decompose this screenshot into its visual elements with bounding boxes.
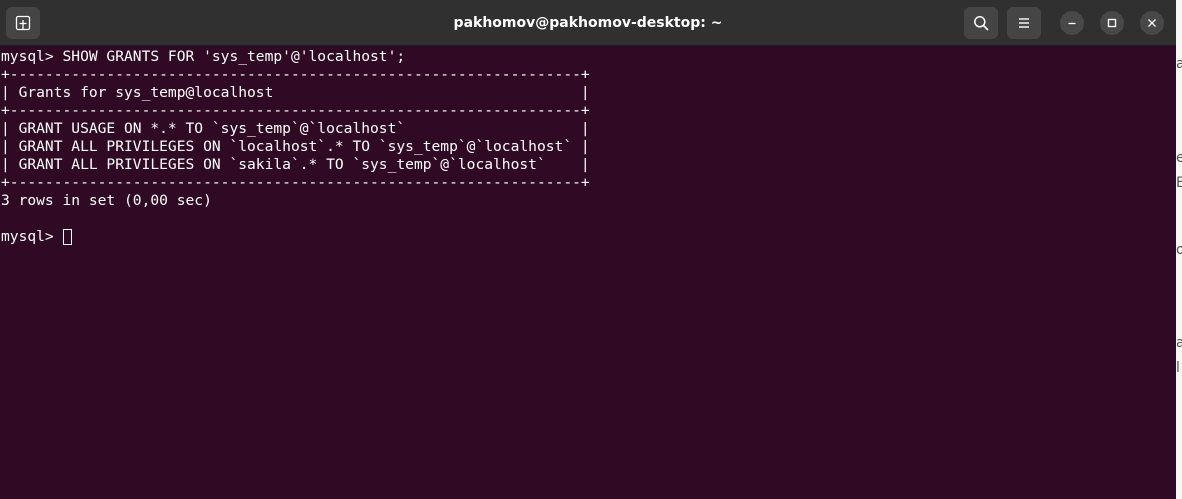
- menu-button[interactable]: [1007, 7, 1041, 39]
- minimize-button[interactable]: [1060, 11, 1084, 35]
- terminal-line: +---------------------------------------…: [1, 174, 590, 191]
- search-icon: [974, 16, 989, 31]
- minimize-icon: [1068, 22, 1076, 25]
- terminal-line: | GRANT ALL PRIVILEGES ON `sakila`.* TO …: [1, 156, 590, 173]
- terminal-window: pakhomov@pakhomov-desktop: ~ mysql> SHOW…: [0, 0, 1176, 499]
- terminal-line: | GRANT ALL PRIVILEGES ON `localhost`.* …: [1, 138, 590, 155]
- mysql-prompt: mysql>: [1, 228, 63, 245]
- text-cursor: [62, 229, 72, 245]
- close-icon: [1148, 19, 1156, 27]
- terminal-line: mysql> SHOW GRANTS FOR 'sys_temp'@'local…: [1, 48, 406, 65]
- maximize-icon: [1107, 18, 1117, 28]
- maximize-button[interactable]: [1100, 11, 1124, 35]
- terminal-line: +---------------------------------------…: [1, 102, 590, 119]
- terminal-line: +---------------------------------------…: [1, 66, 590, 83]
- background-text: E: [1176, 175, 1182, 191]
- close-button[interactable]: [1140, 11, 1164, 35]
- terminal-output[interactable]: mysql> SHOW GRANTS FOR 'sys_temp'@'local…: [0, 48, 1176, 499]
- background-text: e: [1176, 150, 1182, 166]
- prompt-line[interactable]: mysql>: [1, 228, 1176, 246]
- terminal-line: | GRANT USAGE ON *.* TO `sys_temp`@`loca…: [1, 120, 590, 137]
- background-text: o: [1176, 242, 1182, 258]
- terminal-line: | Grants for sys_temp@localhost |: [1, 84, 590, 101]
- terminal-line: 3 rows in set (0,00 sec): [1, 192, 212, 209]
- title-bar[interactable]: pakhomov@pakhomov-desktop: ~: [0, 0, 1176, 46]
- background-text: a: [1176, 56, 1182, 72]
- window-title: pakhomov@pakhomov-desktop: ~: [453, 15, 723, 31]
- background-window-edge: a e E o a l: [1176, 0, 1182, 499]
- background-text: l: [1176, 360, 1180, 376]
- hamburger-menu-icon: [1019, 18, 1029, 28]
- background-text: a: [1176, 335, 1182, 351]
- search-button[interactable]: [964, 7, 998, 39]
